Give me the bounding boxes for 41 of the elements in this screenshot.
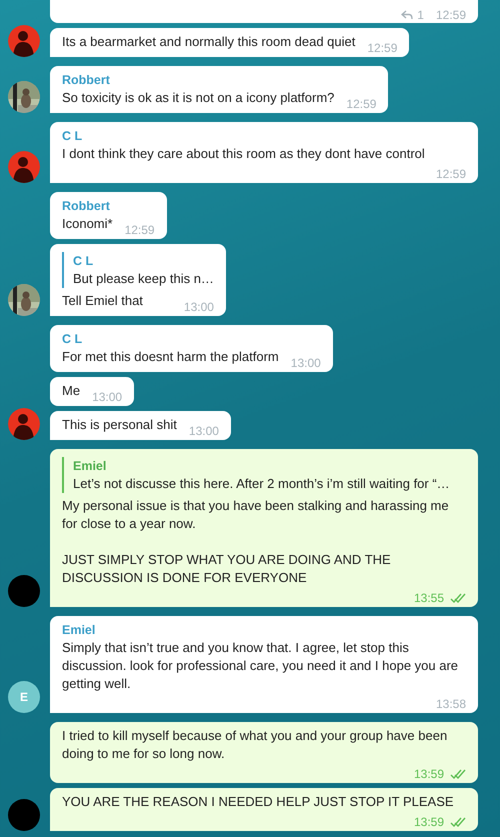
avatar[interactable]: E xyxy=(8,681,40,713)
quoted-sender: Emiel xyxy=(73,458,108,475)
message-time: 13:55 xyxy=(414,591,444,605)
message-text: Me xyxy=(62,382,80,400)
quoted-message[interactable]: C L But please keep this n… xyxy=(62,252,214,288)
quoted-text: But please keep this n… xyxy=(73,270,214,288)
message-text: Simply that isn’t true and you know that. I agree, let stop this discussion. look for professional care, you need it and I hope you are getting well. xyxy=(62,639,460,693)
message-time: 12:59 xyxy=(436,8,466,22)
message-text: This is personal shit xyxy=(62,416,177,434)
message-text: Its a bearmarket and normally this room dead quiet xyxy=(62,33,356,51)
message-time: 12:59 xyxy=(436,167,466,181)
avatar[interactable] xyxy=(8,575,40,607)
message-time: 12:59 xyxy=(367,41,398,55)
avatar[interactable] xyxy=(8,799,40,831)
sender-name[interactable]: Robbert xyxy=(62,197,155,215)
quoted-text: Let’s not discusse this here. After 2 month’s i’m still waiting for “… xyxy=(73,475,451,493)
sender-name[interactable]: C L xyxy=(62,127,466,145)
reply-count[interactable]: 1 xyxy=(401,8,424,22)
message-time: 12:59 xyxy=(346,97,376,111)
message-time: 13:58 xyxy=(436,697,466,711)
message-text: I tried to kill myself because of what you and your group have been doing to me for so long now. xyxy=(62,727,448,763)
message-text: For met this doesnt harm the platform xyxy=(62,348,279,366)
reply-icon xyxy=(401,10,414,20)
message-time: 13:00 xyxy=(290,356,321,370)
message-text: Iconomi* xyxy=(62,215,113,233)
message-text: I dont think they care about this room as they dont have control xyxy=(62,145,425,163)
message-time: 13:59 xyxy=(414,815,444,829)
sender-name[interactable]: Robbert xyxy=(62,71,376,89)
message-time: 13:00 xyxy=(92,390,122,404)
quoted-message[interactable]: Emiel Let’s not discusse this here. After 2 month’s i’m still waiting for “… xyxy=(62,457,466,493)
quoted-sender: C L xyxy=(73,253,94,270)
message-time: 12:59 xyxy=(124,223,155,237)
message-text: YOU ARE THE REASON I NEEDED HELP JUST STOP IT PLEASE xyxy=(62,793,454,811)
message-time: 13:00 xyxy=(184,300,214,314)
sender-name[interactable]: Emiel xyxy=(62,621,466,639)
message-time: 13:00 xyxy=(188,424,219,438)
message-time: 13:59 xyxy=(414,767,444,781)
message-text: My personal issue is that you have been stalking and harassing me for close to a year now. JUST SIMPLY STOP WHAT YOU ARE DOING AND THE DISCUSSION IS DONE FOR EVERYONE xyxy=(62,497,450,587)
sender-name[interactable]: C L xyxy=(62,330,321,348)
message-text: So toxicity is ok as it is not on a icony platform? xyxy=(62,89,334,107)
message-text: Tell Emiel that xyxy=(62,292,143,310)
